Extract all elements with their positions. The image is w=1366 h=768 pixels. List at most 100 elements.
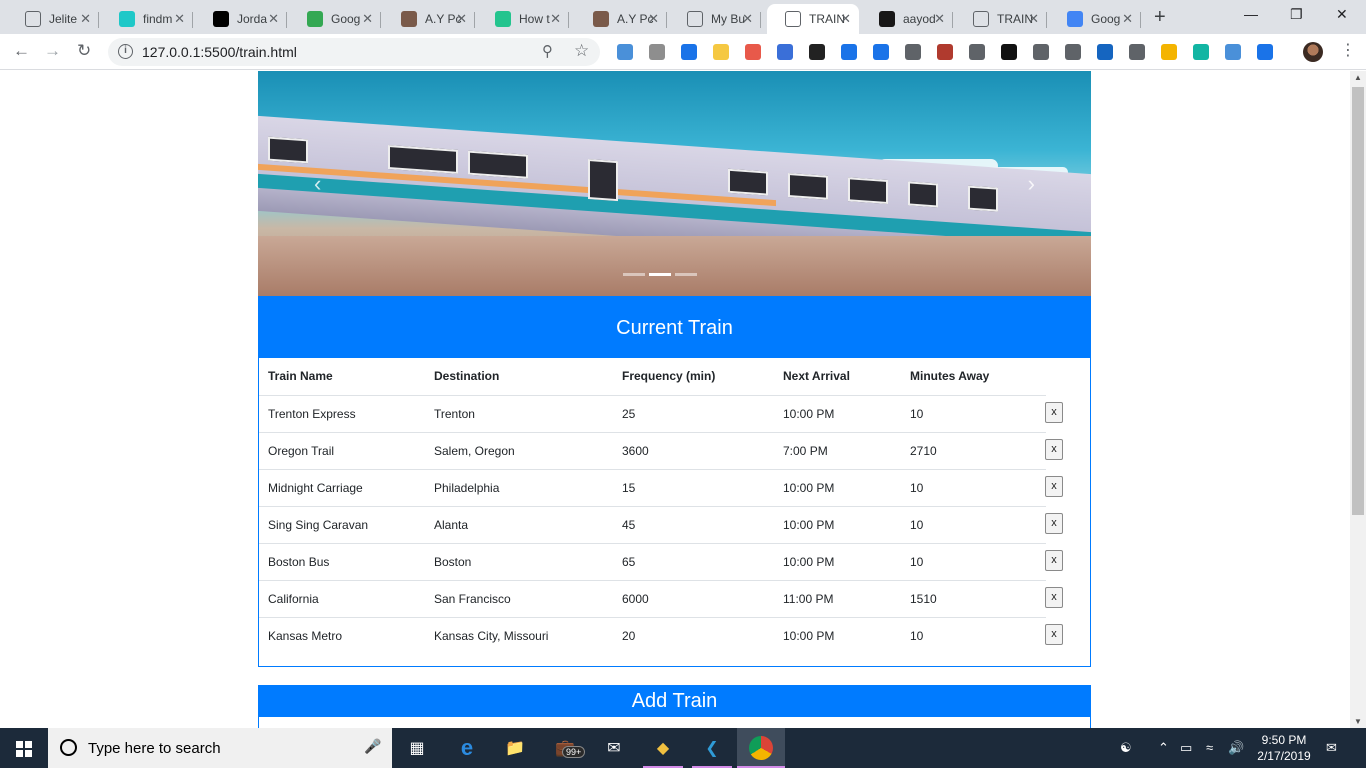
close-tab-icon[interactable]: ✕ (268, 11, 279, 27)
battery-icon[interactable]: ▭ (1180, 740, 1192, 756)
search-icon[interactable]: ⚲ (542, 42, 553, 60)
browser-tab[interactable]: TRAIN ✕ (955, 4, 1047, 34)
extension-icon[interactable] (873, 44, 889, 60)
url-text[interactable]: 127.0.0.1:5500/train.html (142, 44, 297, 60)
reload-icon[interactable]: ↻ (77, 41, 91, 61)
extension-icon[interactable] (1097, 44, 1113, 60)
minimize-icon[interactable]: — (1244, 6, 1258, 22)
carousel-indicator[interactable] (675, 273, 697, 276)
scroll-up-icon[interactable]: ▲ (1354, 73, 1362, 82)
carousel-next-icon[interactable]: › (1028, 171, 1035, 197)
system-clock[interactable]: 9:50 PM 2/17/2019 (1248, 732, 1320, 764)
browser-tab[interactable]: Goog ✕ (1049, 4, 1141, 34)
close-tab-icon[interactable]: ✕ (1028, 11, 1039, 27)
table-cell: 10 (901, 468, 1046, 506)
tab-separator (760, 12, 761, 28)
scroll-down-icon[interactable]: ▼ (1354, 717, 1362, 726)
extension-icon[interactable] (1129, 44, 1145, 60)
taskbar-search[interactable]: Type here to search 🎤 (48, 728, 392, 768)
bookmark-star-icon[interactable]: ☆ (574, 41, 589, 61)
wifi-icon[interactable]: ≈ (1206, 740, 1213, 755)
address-bar[interactable]: i 127.0.0.1:5500/train.html ⚲ ☆ (108, 38, 600, 66)
close-tab-icon[interactable]: ✕ (1122, 11, 1133, 27)
browser-tab[interactable]: aayod ✕ (861, 4, 953, 34)
extension-icon[interactable] (969, 44, 985, 60)
doc-icon (973, 11, 989, 27)
extension-icon[interactable] (1193, 44, 1209, 60)
extension-icon[interactable] (1161, 44, 1177, 60)
close-tab-icon[interactable]: ✕ (174, 11, 185, 27)
extension-icon[interactable] (617, 44, 633, 60)
extension-icon[interactable] (681, 44, 697, 60)
new-tab-icon[interactable]: + (1154, 6, 1166, 29)
close-tab-icon[interactable]: ✕ (456, 11, 467, 27)
page-scrollbar[interactable]: ▲ ▼ (1350, 71, 1366, 728)
browser-tab[interactable]: How t ✕ (477, 4, 569, 34)
extension-icon[interactable] (1001, 44, 1017, 60)
vscode-icon[interactable]: ❮ (700, 736, 724, 760)
remove-train-button[interactable]: x (1045, 439, 1063, 460)
remove-train-button[interactable]: x (1045, 624, 1063, 645)
remove-train-button[interactable]: x (1045, 587, 1063, 608)
extension-icon[interactable] (649, 44, 665, 60)
close-tab-icon[interactable]: ✕ (80, 11, 91, 27)
volume-icon[interactable]: 🔊 (1228, 740, 1244, 756)
extension-icon[interactable] (1065, 44, 1081, 60)
close-tab-icon[interactable]: ✕ (934, 11, 945, 27)
browser-tab[interactable]: My Bu ✕ (669, 4, 761, 34)
table-cell: 3600 (613, 431, 774, 469)
remove-train-button[interactable]: x (1045, 476, 1063, 497)
profile-avatar[interactable] (1303, 42, 1323, 62)
close-tab-icon[interactable]: ✕ (840, 11, 851, 27)
browser-tab[interactable]: Goog ✕ (289, 4, 381, 34)
carousel-prev-icon[interactable]: ‹ (314, 171, 321, 197)
action-center-icon[interactable]: ✉ (1326, 740, 1337, 756)
people-icon[interactable]: ☯ (1120, 740, 1132, 756)
extension-icon[interactable] (1033, 44, 1049, 60)
extension-icon[interactable] (937, 44, 953, 60)
table-cell: 45 (613, 505, 774, 543)
edge-icon[interactable]: e (455, 735, 479, 760)
remove-train-button[interactable]: x (1045, 402, 1063, 423)
menu-dots-icon[interactable]: ⋮ (1340, 40, 1356, 60)
browser-tab[interactable]: TRAIN ✕ (767, 4, 859, 34)
close-tab-icon[interactable]: ✕ (362, 11, 373, 27)
close-tab-icon[interactable]: ✕ (742, 11, 753, 27)
file-explorer-icon[interactable]: 📁 (503, 736, 527, 760)
extension-icon[interactable] (1225, 44, 1241, 60)
extension-icon[interactable] (1257, 44, 1273, 60)
microphone-icon[interactable]: 🎤 (364, 738, 381, 755)
start-button[interactable] (0, 728, 48, 768)
forward-icon[interactable]: → (44, 41, 61, 61)
close-window-icon[interactable]: ✕ (1336, 6, 1348, 23)
task-view-icon[interactable]: ▦ (405, 736, 429, 760)
chrome-icon[interactable] (749, 736, 773, 760)
browser-tab[interactable]: Jelite ✕ (7, 4, 99, 34)
restore-icon[interactable]: ❐ (1290, 6, 1303, 23)
tray-chevron-icon[interactable]: ⌃ (1158, 740, 1169, 756)
remove-train-button[interactable]: x (1045, 513, 1063, 534)
browser-tab[interactable]: A.Y Pc ✕ (575, 4, 667, 34)
carousel-indicator[interactable] (623, 273, 645, 276)
table-cell: 65 (613, 542, 774, 580)
scroll-thumb[interactable] (1352, 87, 1364, 515)
close-tab-icon[interactable]: ✕ (648, 11, 659, 27)
browser-tab[interactable]: Jorda ✕ (195, 4, 287, 34)
extension-icon[interactable] (777, 44, 793, 60)
current-train-title: Current Train (259, 296, 1090, 358)
gitkraken-icon[interactable]: ◆ (651, 736, 675, 760)
carousel-indicator[interactable] (649, 273, 671, 276)
mail-icon[interactable]: ✉ (602, 736, 626, 760)
tab-separator (666, 12, 667, 28)
browser-tab[interactable]: findm ✕ (101, 4, 193, 34)
extension-icon[interactable] (841, 44, 857, 60)
remove-train-button[interactable]: x (1045, 550, 1063, 571)
browser-tab[interactable]: A.Y Pc ✕ (383, 4, 475, 34)
extension-icon[interactable] (713, 44, 729, 60)
extension-icon[interactable] (745, 44, 761, 60)
extension-icon[interactable] (905, 44, 921, 60)
close-tab-icon[interactable]: ✕ (550, 11, 561, 27)
extension-icon[interactable] (809, 44, 825, 60)
back-icon[interactable]: ← (13, 41, 30, 61)
site-info-icon[interactable]: i (118, 44, 133, 59)
